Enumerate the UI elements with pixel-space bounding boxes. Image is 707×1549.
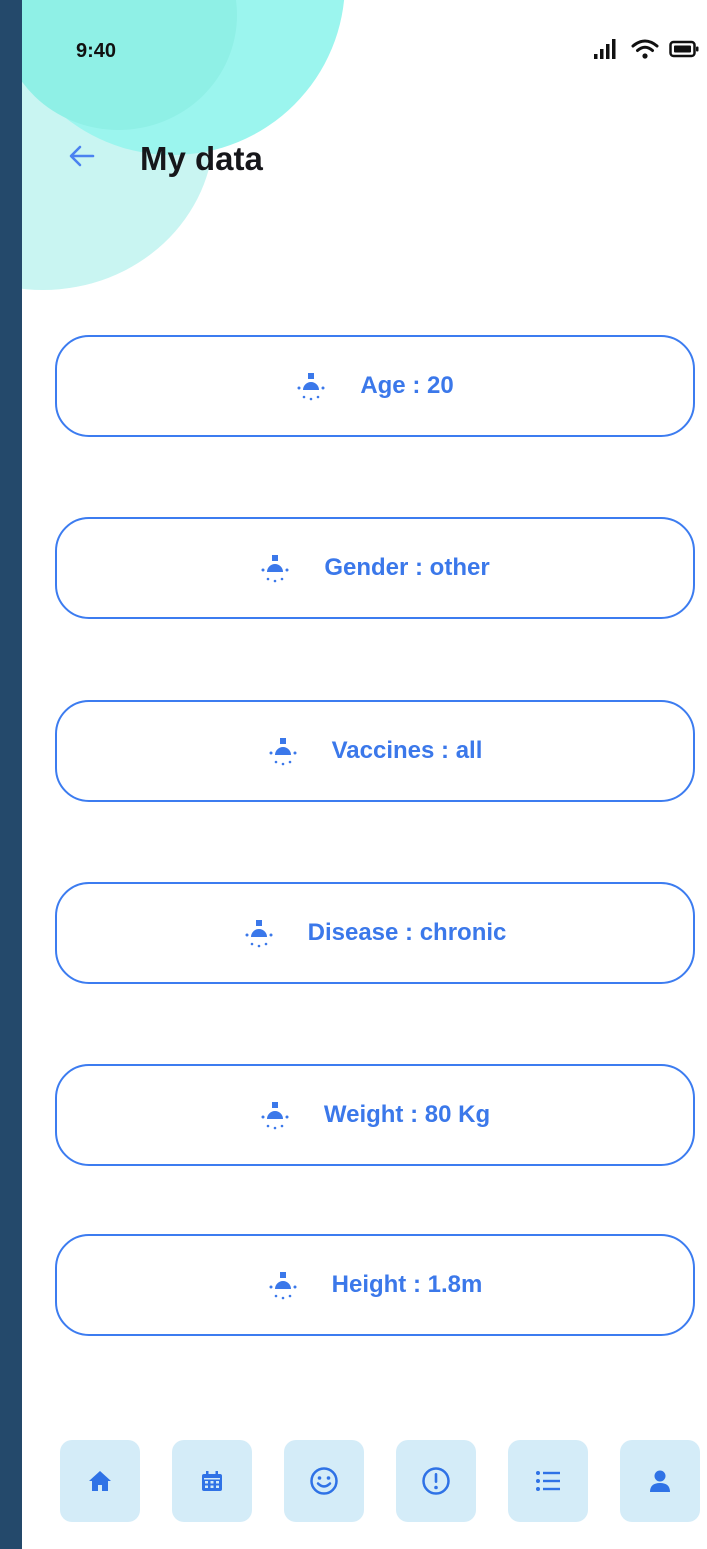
page-header: My data bbox=[22, 130, 707, 190]
nav-mood[interactable] bbox=[284, 1440, 364, 1522]
data-card-disease[interactable]: Disease : chronic bbox=[55, 882, 695, 984]
nav-home[interactable] bbox=[60, 1440, 140, 1522]
card-label: Height : 1.8m bbox=[331, 1271, 483, 1298]
card-label: Gender : other bbox=[324, 554, 490, 581]
smiley-icon bbox=[310, 1467, 338, 1495]
bulb-icon bbox=[260, 1100, 290, 1130]
data-card-vaccines[interactable]: Vaccines : all bbox=[55, 700, 695, 802]
wifi-icon bbox=[631, 38, 659, 65]
alert-icon bbox=[422, 1467, 450, 1495]
battery-icon bbox=[669, 39, 699, 64]
status-bar: 9:40 bbox=[22, 0, 707, 110]
back-button[interactable] bbox=[64, 138, 100, 174]
nav-profile[interactable] bbox=[620, 1440, 700, 1522]
data-card-weight[interactable]: Weight : 80 Kg bbox=[55, 1064, 695, 1166]
home-icon bbox=[89, 1471, 111, 1491]
data-card-gender[interactable]: Gender : other bbox=[55, 517, 695, 619]
list-icon bbox=[536, 1471, 560, 1491]
bulb-icon bbox=[268, 736, 298, 766]
status-time: 9:40 bbox=[76, 40, 117, 62]
signal-icon bbox=[593, 38, 621, 65]
calendar-icon bbox=[202, 1471, 222, 1491]
card-label: Vaccines : all bbox=[331, 737, 483, 764]
app-screen: 9:40 My data Age: 20 Gender: other Vac… bbox=[22, 0, 707, 1549]
bulb-icon bbox=[296, 371, 326, 401]
data-card-height[interactable]: Height : 1.8m bbox=[55, 1234, 695, 1336]
bulb-icon bbox=[244, 918, 274, 948]
nav-list[interactable] bbox=[508, 1440, 588, 1522]
arrow-left-icon bbox=[69, 145, 95, 167]
card-label: Age : 20 bbox=[360, 372, 454, 399]
bottom-nav bbox=[60, 1440, 700, 1522]
bulb-icon bbox=[260, 553, 290, 583]
card-label: Weight : 80 Kg bbox=[323, 1101, 491, 1128]
page-title: My data bbox=[140, 140, 263, 177]
user-icon bbox=[650, 1470, 670, 1492]
data-card-age[interactable]: Age : 20 bbox=[55, 335, 695, 437]
nav-alert[interactable] bbox=[396, 1440, 476, 1522]
card-label: Disease : chronic bbox=[307, 919, 507, 946]
bulb-icon bbox=[268, 1270, 298, 1300]
status-icons bbox=[593, 38, 699, 65]
nav-calendar[interactable] bbox=[172, 1440, 252, 1522]
